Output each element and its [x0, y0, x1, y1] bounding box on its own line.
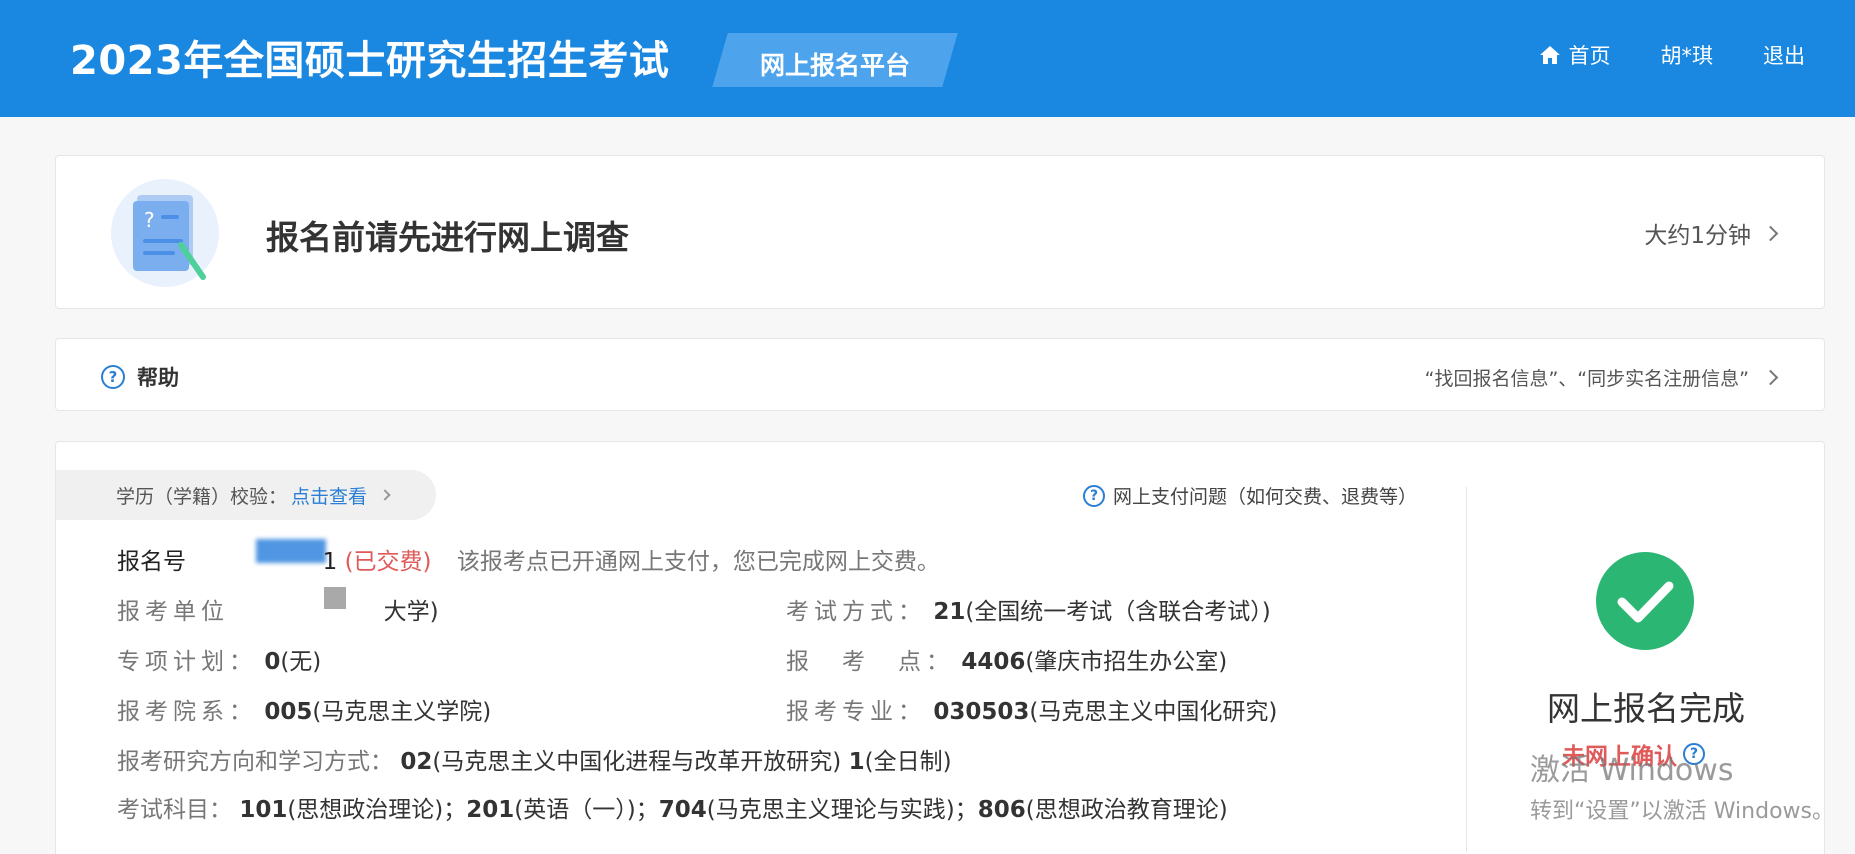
- major-code: 030503: [933, 699, 1030, 725]
- exam-mode-row: 考试方式： 21(全国统一考试（含联合考试）): [786, 592, 1271, 626]
- registration-complete-status: 网上报名完成: [1547, 689, 1745, 728]
- nav-home-link[interactable]: 首页: [1539, 40, 1611, 70]
- study-mode-name: (全日制): [864, 749, 952, 775]
- help-label: 帮助: [137, 366, 179, 390]
- exam-site-label: 报 考 点：: [786, 649, 954, 675]
- help-card[interactable]: ? 帮助 “找回报名信息”、“同步实名注册信息”: [55, 338, 1825, 411]
- question-icon: ?: [101, 365, 125, 389]
- subject-separator: ；: [635, 797, 659, 823]
- payment-help-label: 网上支付问题（如何交费、退费等）: [1113, 486, 1418, 508]
- exam-site-row: 报 考 点： 4406(肇庆市招生办公室): [786, 642, 1227, 676]
- special-plan-name: (无): [280, 649, 322, 675]
- major-row: 报考专业： 030503(马克思主义中国化研究): [786, 692, 1277, 726]
- subject-code: 806: [977, 797, 1026, 823]
- not-confirmed-status[interactable]: 未网上确认 ?: [1562, 737, 1705, 771]
- subject-name: (马克思主义理论与实践): [706, 797, 955, 823]
- verify-view-link[interactable]: 点击查看: [291, 482, 367, 509]
- site-title: 2023年全国硕士研究生招生考试: [70, 38, 670, 84]
- exam-mode-code: 21: [933, 599, 966, 625]
- survey-card[interactable]: ? 报名前请先进行网上调查 大约1分钟: [55, 155, 1825, 309]
- question-icon: ?: [1683, 743, 1705, 765]
- study-mode-code: 1: [848, 749, 865, 775]
- check-circle-icon: [1596, 552, 1694, 650]
- department-name: (马克思主义学院): [312, 699, 492, 725]
- survey-title: 报名前请先进行网上调查: [266, 218, 629, 257]
- registration-number-value: 1: [322, 549, 338, 575]
- subject-code: 704: [658, 797, 707, 823]
- survey-illustration: ?: [111, 179, 219, 287]
- subject-code: 201: [466, 797, 515, 823]
- department-row: 报考院系： 005(马克思主义学院): [117, 692, 491, 726]
- top-nav: 首页 胡*琪 退出: [1539, 40, 1805, 70]
- registration-info-card: 学历（学籍）校验： 点击查看 ? 网上支付问题（如何交费、退费等） 报名号 1 …: [55, 441, 1825, 854]
- survey-duration-label: 大约1分钟: [1644, 223, 1751, 249]
- major-label: 报考专业：: [786, 699, 926, 725]
- direction-label: 报考研究方向和学习方式：: [117, 749, 393, 775]
- unit-value: 大学): [383, 599, 439, 625]
- paid-status: (已交费): [344, 549, 432, 575]
- subject-separator: ；: [954, 797, 978, 823]
- direction-code: 02: [400, 749, 433, 775]
- platform-tag-label: 网上报名平台: [759, 51, 910, 80]
- subjects-row: 考试科目： 101(思想政治理论)；201(英语（一）)；704(马克思主义理论…: [117, 790, 1228, 824]
- platform-tag: 网上报名平台: [712, 33, 958, 87]
- verify-label: 学历（学籍）校验：: [116, 485, 288, 508]
- registration-number-label: 报名号: [117, 549, 186, 575]
- exam-site-code: 4406: [961, 649, 1026, 675]
- home-icon: [1539, 44, 1561, 66]
- not-confirmed-label: 未网上确认: [1562, 744, 1677, 770]
- subject-name: (思想政治理论): [287, 797, 444, 823]
- nav-user-link[interactable]: 胡*琪: [1661, 40, 1714, 70]
- major-name: (马克思主义中国化研究): [1029, 699, 1278, 725]
- help-links[interactable]: “找回报名信息”、“同步实名注册信息”: [1424, 364, 1779, 391]
- department-label: 报考院系：: [117, 699, 257, 725]
- subjects-label: 考试科目：: [117, 797, 232, 823]
- special-plan-row: 专项计划： 0(无): [117, 642, 321, 676]
- special-plan-code: 0: [264, 649, 281, 675]
- help-links-label: “找回报名信息”、“同步实名注册信息”: [1424, 368, 1749, 390]
- special-plan-label: 专项计划：: [117, 649, 257, 675]
- subject-name: (英语（一）): [514, 797, 636, 823]
- nav-logout-link[interactable]: 退出: [1763, 40, 1805, 70]
- subject-separator: ；: [443, 797, 467, 823]
- subject-name: (思想政治教育理论): [1025, 797, 1228, 823]
- nav-home-label: 首页: [1568, 44, 1611, 68]
- survey-duration-link[interactable]: 大约1分钟: [1644, 216, 1779, 250]
- direction-row: 报考研究方向和学习方式： 02(马克思主义中国化进程与改革开放研究) 1(全日制…: [117, 742, 952, 776]
- question-icon: ?: [1083, 484, 1105, 507]
- svg-text:?: ?: [144, 208, 155, 232]
- help-heading: ? 帮助: [101, 362, 179, 392]
- education-verify-bar: 学历（学籍）校验： 点击查看: [56, 470, 436, 520]
- registration-number-row: 报名号 1 (已交费) 该报考点已开通网上支付，您已完成网上交费。: [117, 542, 940, 576]
- department-code: 005: [264, 699, 313, 725]
- direction-name: (马克思主义中国化进程与改革开放研究): [432, 749, 842, 775]
- top-header: 2023年全国硕士研究生招生考试 网上报名平台 首页 胡*琪 退出: [0, 0, 1855, 117]
- chevron-right-icon: [1762, 225, 1779, 241]
- chevron-right-icon: [1762, 369, 1779, 386]
- exam-mode-name: (全国统一考试（含联合考试）): [965, 599, 1271, 625]
- exam-site-name: (肇庆市招生办公室): [1025, 649, 1228, 675]
- payment-help-link[interactable]: ? 网上支付问题（如何交费、退费等）: [1083, 482, 1417, 509]
- registration-unit-row: 报考单位 大学): [117, 592, 439, 626]
- exam-mode-label: 考试方式：: [786, 599, 926, 625]
- unit-label: 报考单位: [117, 599, 229, 625]
- subject-code: 101: [239, 797, 288, 823]
- payment-note: 该报考点已开通网上支付，您已完成网上交费。: [456, 549, 940, 575]
- status-divider: [1466, 487, 1467, 852]
- chevron-right-icon: [379, 489, 391, 501]
